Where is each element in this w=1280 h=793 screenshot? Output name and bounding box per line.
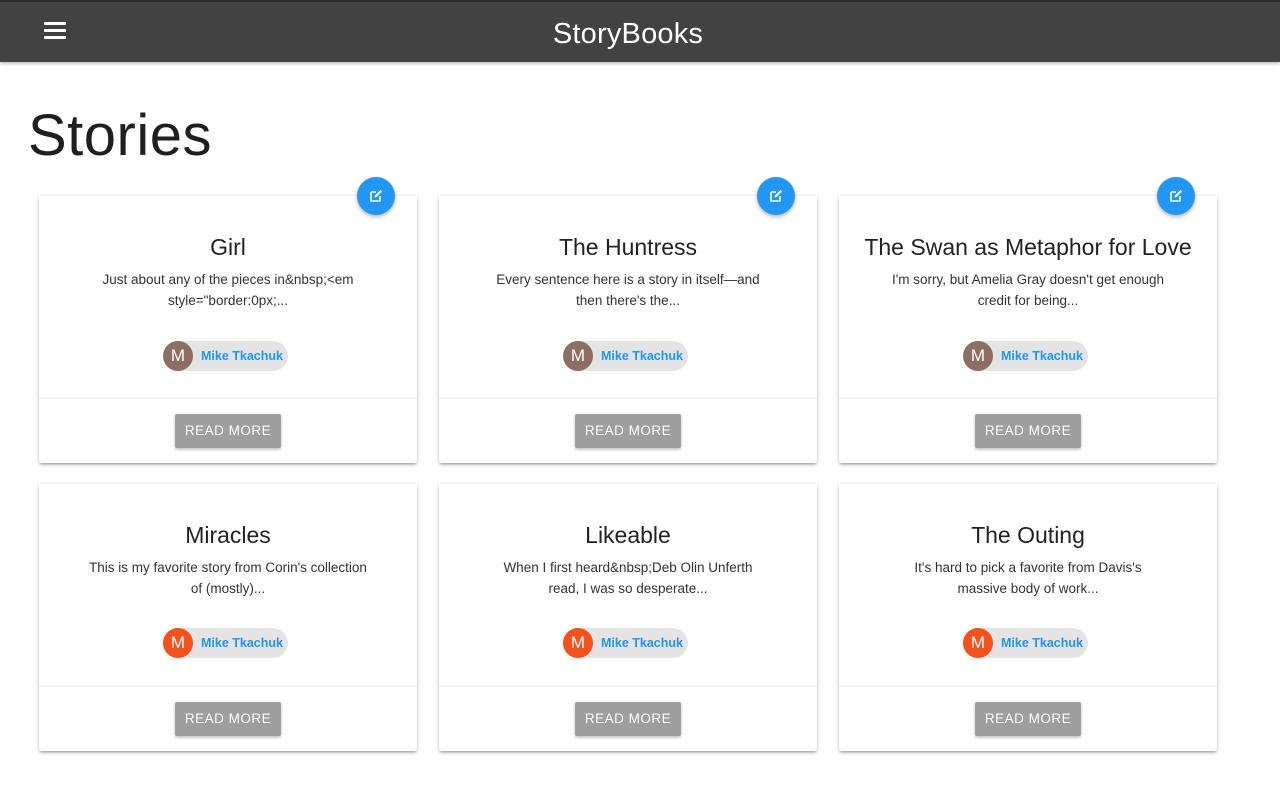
- card-divider: [439, 398, 817, 399]
- story-excerpt: I'm sorry, but Amelia Gray doesn't get e…: [891, 272, 1165, 308]
- avatar: M: [963, 628, 993, 658]
- story-excerpt: Every sentence here is a story in itself…: [496, 272, 760, 308]
- brand-logo[interactable]: StoryBooks: [0, 15, 1256, 53]
- author-name[interactable]: Mike Tkachuk: [1001, 628, 1083, 658]
- author-name[interactable]: Mike Tkachuk: [201, 628, 283, 658]
- author-chip[interactable]: M Mike Tkachuk: [163, 341, 288, 371]
- read-more-button[interactable]: Read More: [575, 414, 681, 448]
- edit-icon: [370, 190, 382, 202]
- read-more-button[interactable]: Read More: [175, 702, 281, 736]
- story-excerpt: Just about any of the pieces in&nbsp;<em…: [102, 272, 354, 308]
- author-chip[interactable]: M Mike Tkachuk: [963, 628, 1088, 658]
- top-navbar: StoryBooks: [0, 0, 1280, 62]
- page-title: Stories: [28, 103, 213, 168]
- story-card: The Outing It's hard to pick a favorite …: [839, 484, 1217, 751]
- story-title: The Huntress: [558, 234, 698, 260]
- author-name[interactable]: Mike Tkachuk: [201, 341, 283, 371]
- story-excerpt: It's hard to pick a favorite from Davis'…: [914, 560, 1142, 596]
- card-divider: [39, 686, 417, 687]
- story-title: Miracles: [185, 522, 271, 548]
- story-title: Girl: [210, 234, 246, 260]
- edit-story-button[interactable]: [1157, 177, 1195, 215]
- read-more-button[interactable]: Read More: [175, 414, 281, 448]
- author-chip[interactable]: M Mike Tkachuk: [963, 341, 1088, 371]
- edit-icon: [1170, 190, 1182, 202]
- read-more-button[interactable]: Read More: [575, 702, 681, 736]
- author-name[interactable]: Mike Tkachuk: [601, 628, 683, 658]
- story-title: Likeable: [585, 522, 671, 548]
- read-more-button[interactable]: Read More: [975, 414, 1081, 448]
- author-name[interactable]: Mike Tkachuk: [601, 341, 683, 371]
- avatar: M: [163, 628, 193, 658]
- avatar: M: [163, 341, 193, 371]
- story-card: The Huntress Every sentence here is a st…: [439, 196, 817, 463]
- author-chip[interactable]: M Mike Tkachuk: [163, 628, 288, 658]
- avatar: M: [963, 341, 993, 371]
- card-divider: [39, 398, 417, 399]
- story-card: The Swan as Metaphor for Love I'm sorry,…: [839, 196, 1217, 463]
- edit-story-button[interactable]: [757, 177, 795, 215]
- card-divider: [839, 398, 1217, 399]
- story-card: Miracles This is my favorite story from …: [39, 484, 417, 751]
- avatar: M: [563, 628, 593, 658]
- story-card: Girl Just about any of the pieces in&nbs…: [39, 196, 417, 463]
- story-title: The Outing: [971, 522, 1085, 548]
- story-title: The Swan as Metaphor for Love: [864, 234, 1192, 260]
- story-excerpt: This is my favorite story from Corin's c…: [89, 560, 367, 596]
- author-chip[interactable]: M Mike Tkachuk: [563, 341, 688, 371]
- read-more-button[interactable]: Read More: [975, 702, 1081, 736]
- edit-icon: [770, 190, 782, 202]
- author-name[interactable]: Mike Tkachuk: [1001, 341, 1083, 371]
- avatar: M: [563, 341, 593, 371]
- edit-story-button[interactable]: [357, 177, 395, 215]
- author-chip[interactable]: M Mike Tkachuk: [563, 628, 688, 658]
- story-card: Likeable When I first heard&nbsp;Deb Oli…: [439, 484, 817, 751]
- card-divider: [439, 686, 817, 687]
- card-divider: [839, 686, 1217, 687]
- story-excerpt: When I first heard&nbsp;Deb Olin Unferth…: [503, 560, 753, 596]
